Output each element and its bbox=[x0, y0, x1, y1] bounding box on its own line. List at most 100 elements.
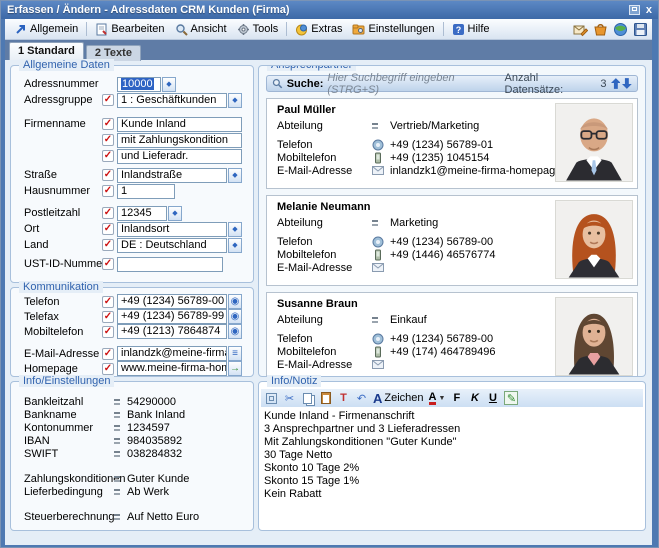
info-row: BanknameBank Inland bbox=[11, 408, 253, 421]
info-row: Kontonummer1234597 bbox=[11, 421, 253, 434]
dial-button[interactable]: ◉ bbox=[228, 324, 242, 339]
panel-title: Info/Notiz bbox=[267, 375, 321, 387]
row-telefax: Telefax ✓ +49 (1234) 56789-99 ◉ bbox=[11, 309, 253, 324]
email-field[interactable]: inlandzk@meine-firma-homepage.de bbox=[117, 346, 227, 361]
check-icon[interactable]: ✓ bbox=[102, 348, 114, 360]
go-button[interactable]: → bbox=[228, 361, 242, 376]
save-icon[interactable] bbox=[633, 22, 648, 37]
paste-icon[interactable] bbox=[319, 391, 332, 405]
copy-icon[interactable] bbox=[301, 391, 314, 405]
dropdown-button[interactable]: ◆ bbox=[228, 168, 242, 183]
restore-button[interactable] bbox=[629, 5, 640, 15]
underline-button[interactable]: U bbox=[486, 391, 499, 405]
note-line: 3 Ansprechpartner und 3 Lieferadressen bbox=[264, 423, 640, 436]
check-icon[interactable]: ✓ bbox=[102, 185, 114, 197]
cut-icon[interactable]: ✂ bbox=[283, 391, 296, 405]
font-color-button[interactable]: A▼ bbox=[429, 391, 446, 405]
dial-button[interactable]: ◉ bbox=[228, 294, 242, 309]
globe-icon[interactable] bbox=[613, 22, 628, 37]
menu-hilfe[interactable]: ? Hilfe bbox=[447, 21, 495, 38]
firmenname-field-2[interactable]: mit Zahlungskondition bbox=[117, 133, 242, 148]
edit-note-icon[interactable]: ✎ bbox=[504, 391, 518, 405]
dropdown-button[interactable]: ◆ bbox=[228, 93, 242, 108]
panel-title: Allgemeine Daten bbox=[19, 59, 114, 71]
check-icon[interactable]: ✓ bbox=[102, 94, 114, 106]
spinner-button[interactable]: ◆ bbox=[162, 77, 176, 92]
menu-einstellungen[interactable]: Einstellungen bbox=[347, 21, 439, 38]
check-icon[interactable]: ✓ bbox=[102, 239, 114, 251]
search-label: Suche: bbox=[287, 78, 324, 90]
mobile-phone-icon bbox=[372, 249, 384, 261]
note-text-area[interactable]: Kunde Inland - Firmenanschrift 3 Ansprec… bbox=[261, 408, 643, 528]
adressgruppe-field[interactable]: 1 : Geschäftkunden bbox=[117, 93, 227, 108]
italic-button[interactable]: K bbox=[468, 391, 481, 405]
avatar-male-glasses bbox=[556, 104, 632, 181]
mail-button[interactable]: ≡ bbox=[228, 346, 242, 361]
tab-strip: 1 Standard 2 Texte bbox=[5, 40, 652, 60]
char-button[interactable]: AZeichen bbox=[373, 391, 424, 405]
dropdown-button[interactable]: ◆ bbox=[228, 238, 242, 253]
record-count: 3 bbox=[600, 78, 606, 90]
ort-field[interactable]: Inlandsort bbox=[117, 222, 227, 237]
bold-button[interactable]: F bbox=[450, 391, 463, 405]
land-field[interactable]: DE : Deutschland bbox=[117, 238, 227, 253]
firmenname-field-1[interactable]: Kunde Inland bbox=[117, 117, 242, 132]
menu-allgemein[interactable]: Allgemein bbox=[9, 21, 83, 38]
check-icon[interactable]: ✓ bbox=[102, 326, 114, 338]
arrow-down-icon[interactable] bbox=[622, 78, 632, 89]
menu-tools[interactable]: Tools bbox=[232, 21, 284, 38]
equals-icon bbox=[114, 412, 120, 418]
undo-icon[interactable]: ↶ bbox=[355, 391, 368, 405]
check-icon[interactable]: ✓ bbox=[102, 223, 114, 235]
tab-standard[interactable]: 1 Standard bbox=[9, 42, 84, 60]
menu-extras[interactable]: Extras bbox=[290, 21, 347, 38]
note-line: 30 Tage Netto bbox=[264, 449, 640, 462]
contact-search-bar[interactable]: Suche: Hier Suchbegriff eingeben (STRG+S… bbox=[266, 75, 638, 92]
telefax-field[interactable]: +49 (1234) 56789-99 bbox=[117, 309, 227, 324]
mobiltelefon-field[interactable]: +49 (1213) 7864874 bbox=[117, 324, 227, 339]
compose-mail-icon[interactable] bbox=[573, 22, 588, 37]
contact-card[interactable]: Melanie Neumann Abteilung Marketing Tele… bbox=[266, 195, 638, 286]
postleitzahl-field[interactable]: 12345 bbox=[117, 206, 167, 221]
close-button[interactable]: x bbox=[646, 5, 652, 15]
svg-text:?: ? bbox=[455, 25, 461, 35]
check-icon[interactable]: ✓ bbox=[102, 363, 114, 375]
equals-icon bbox=[114, 425, 120, 431]
check-icon[interactable]: ✓ bbox=[102, 296, 114, 308]
phone-icon bbox=[372, 236, 384, 248]
check-icon[interactable]: ✓ bbox=[102, 258, 114, 270]
gear-icon bbox=[237, 23, 250, 36]
font-icon[interactable]: T bbox=[337, 391, 350, 405]
check-icon[interactable]: ✓ bbox=[102, 118, 114, 130]
check-icon[interactable]: ✓ bbox=[102, 134, 114, 146]
arrow-up-icon[interactable] bbox=[611, 78, 621, 89]
mobile-phone-icon bbox=[372, 152, 384, 164]
main-content: Allgemeine Daten Adressnummer ✓ 10000 ◆ … bbox=[5, 60, 652, 545]
check-icon[interactable]: ✓ bbox=[102, 169, 114, 181]
equals-icon bbox=[372, 220, 390, 226]
spinner-button[interactable]: ◆ bbox=[168, 206, 182, 221]
adressnummer-field[interactable]: 10000 bbox=[117, 77, 161, 92]
firmenname-field-3[interactable]: und Lieferadr. bbox=[117, 149, 242, 164]
menu-ansicht[interactable]: Ansicht bbox=[170, 21, 232, 38]
dial-button[interactable]: ◉ bbox=[228, 309, 242, 324]
menu-bearbeiten[interactable]: Bearbeiten bbox=[90, 21, 169, 38]
ust-id-field[interactable] bbox=[117, 257, 223, 272]
check-icon[interactable]: ✓ bbox=[102, 311, 114, 323]
homepage-field[interactable]: www.meine-firma-homepage.de bbox=[117, 361, 227, 376]
maximize-icon[interactable] bbox=[265, 391, 278, 405]
hausnummer-field[interactable]: 1 bbox=[117, 184, 175, 199]
dropdown-button[interactable]: ◆ bbox=[228, 222, 242, 237]
note-line: Skonto 10 Tage 2% bbox=[264, 462, 640, 475]
menu-separator bbox=[86, 22, 87, 36]
check-icon[interactable]: ✓ bbox=[102, 207, 114, 219]
contact-card[interactable]: Susanne Braun Abteilung Einkauf Telefon … bbox=[266, 292, 638, 377]
equals-icon bbox=[114, 476, 120, 482]
check-icon[interactable]: ✓ bbox=[102, 150, 114, 162]
basket-icon[interactable] bbox=[593, 22, 608, 37]
strasse-field[interactable]: Inlandstraße bbox=[117, 168, 227, 183]
telefon-field[interactable]: +49 (1234) 56789-00 bbox=[117, 294, 227, 309]
contact-card[interactable]: Paul Müller Abteilung Vertrieb/Marketing… bbox=[266, 98, 638, 189]
note-line: Kunde Inland - Firmenanschrift bbox=[264, 410, 640, 423]
row-firmenname-1: Firmenname ✓ Kunde Inland bbox=[11, 116, 253, 132]
